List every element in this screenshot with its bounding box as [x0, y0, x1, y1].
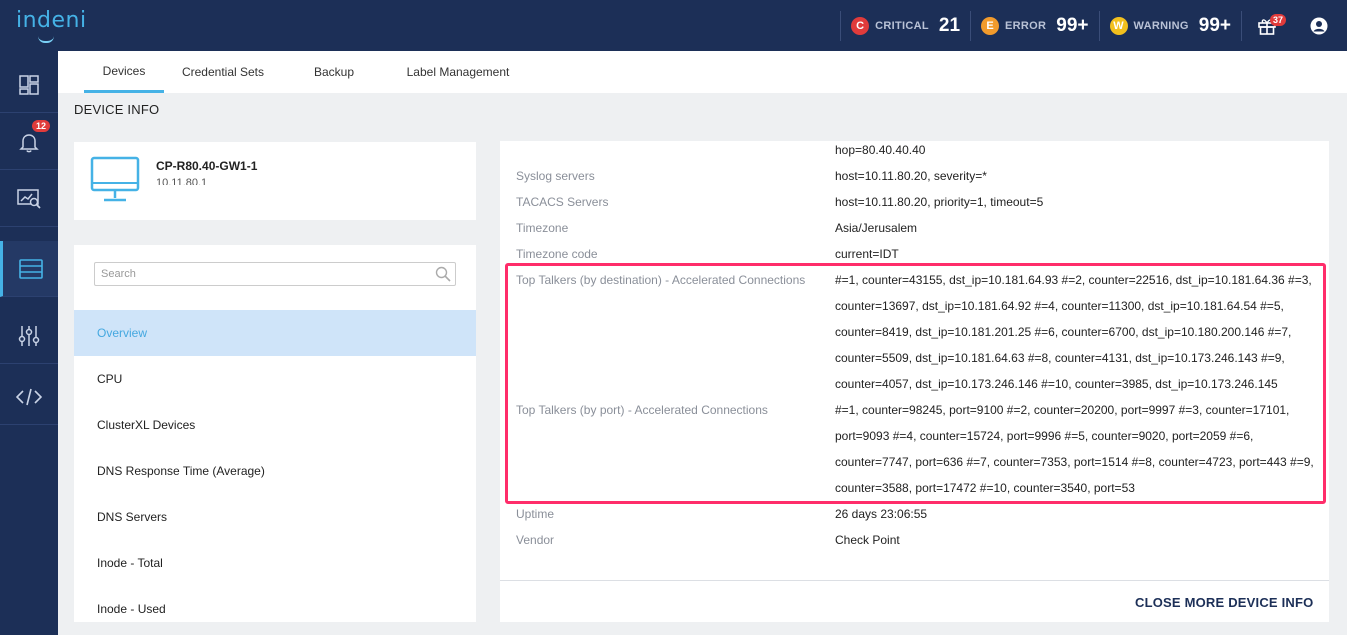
alert-summary: C CRITICAL 21 E ERROR 99+ W WARNING 99+ …: [840, 0, 1347, 51]
info-key: Top Talkers (by destination) - Accelerat…: [516, 273, 806, 287]
list-item-cpu[interactable]: CPU: [74, 356, 476, 402]
warning-alerts[interactable]: W WARNING 99+: [1098, 10, 1242, 41]
list-item-dns-servers[interactable]: DNS Servers: [74, 494, 476, 540]
list-item-overview[interactable]: Overview: [74, 310, 476, 356]
search-input[interactable]: [95, 263, 425, 285]
info-key: Uptime: [516, 507, 555, 521]
monitor-icon: [90, 156, 140, 202]
monitor-search-icon: [17, 188, 41, 209]
critical-label: CRITICAL: [875, 19, 929, 32]
user-icon: [1310, 17, 1328, 34]
info-value: Check Point: [835, 533, 900, 547]
nav-notifications[interactable]: 12: [0, 114, 58, 170]
critical-alerts[interactable]: C CRITICAL 21: [840, 10, 970, 41]
list-item-dns-response-time[interactable]: DNS Response Time (Average): [74, 448, 476, 494]
info-key: Timezone: [516, 221, 569, 235]
nav-devices[interactable]: [0, 241, 58, 297]
server-icon: [18, 258, 43, 279]
tab-devices[interactable]: Devices: [84, 51, 164, 93]
critical-icon: C: [851, 16, 870, 35]
list-item-inode-used[interactable]: Inode - Used: [74, 586, 476, 622]
error-alerts[interactable]: E ERROR 99+: [970, 10, 1098, 41]
info-value: host=10.11.80.20, priority=1, timeout=5: [835, 195, 1044, 209]
info-key: Timezone code: [516, 247, 598, 261]
logo[interactable]: indeni: [16, 8, 87, 33]
metric-list: Overview CPU ClusterXL Devices DNS Respo…: [74, 245, 476, 622]
dashboard-icon: [19, 74, 39, 95]
error-count: 99+: [1056, 14, 1089, 36]
nav-developer[interactable]: [0, 369, 58, 425]
tab-backup[interactable]: Backup: [304, 51, 364, 93]
info-value: #=1, counter=43155, dst_ip=10.181.64.93 …: [835, 273, 1312, 391]
notifications-badge: 12: [32, 120, 51, 132]
warning-icon: W: [1109, 16, 1128, 35]
info-value: current=IDT: [835, 247, 899, 261]
nav-analytics[interactable]: [0, 171, 58, 227]
nav-dashboard[interactable]: [0, 57, 58, 113]
tab-bar: Devices Credential Sets Backup Label Man…: [58, 51, 1347, 93]
sliders-icon: [18, 325, 40, 346]
info-key: TACACS Servers: [516, 195, 609, 209]
device-card: CP-R80.40-GW1-1 10.11.80.1: [74, 142, 476, 220]
page-title: DEVICE INFO: [74, 102, 160, 117]
warning-count: 99+: [1198, 14, 1231, 36]
device-info-panel: hop=80.40.40.40 Syslog servers host=10.1…: [500, 141, 1329, 622]
info-key: Vendor: [516, 533, 555, 547]
error-label: ERROR: [1005, 19, 1047, 32]
device-ip: 10.11.80.1: [156, 177, 208, 185]
list-item-inode-total[interactable]: Inode - Total: [74, 540, 476, 586]
logo-mark: [38, 36, 54, 43]
critical-count: 21: [938, 14, 961, 36]
error-icon: E: [981, 16, 1000, 35]
user-menu-button[interactable]: [1291, 11, 1347, 41]
top-bar: indeni C CRITICAL 21 E ERROR 99+ W WARNI…: [0, 0, 1347, 51]
side-nav: 12: [0, 51, 58, 635]
device-name: CP-R80.40-GW1-1: [156, 159, 258, 173]
info-value: host=10.11.80.20, severity=*: [835, 169, 987, 183]
code-icon: [16, 388, 42, 405]
info-value: hop=80.40.40.40: [835, 143, 926, 157]
info-key: Top Talkers (by port) - Accelerated Conn…: [516, 403, 768, 417]
divider: [500, 580, 1329, 581]
tab-credential-sets[interactable]: Credential Sets: [174, 51, 272, 93]
info-value: #=1, counter=98245, port=9100 #=2, count…: [835, 403, 1314, 495]
warning-label: WARNING: [1133, 19, 1189, 32]
tab-label-management[interactable]: Label Management: [398, 51, 518, 93]
info-key: Syslog servers: [516, 169, 595, 183]
close-more-device-info-button[interactable]: CLOSE MORE DEVICE INFO: [1135, 595, 1313, 610]
search-box: [94, 262, 456, 286]
gift-button[interactable]: 37: [1241, 10, 1291, 41]
list-item-clusterxl-devices[interactable]: ClusterXL Devices: [74, 402, 476, 448]
bell-icon: [19, 133, 39, 152]
nav-settings[interactable]: [0, 308, 58, 364]
info-value: Asia/Jerusalem: [835, 221, 918, 235]
info-value: 26 days 23:06:55: [835, 507, 928, 521]
gift-badge: 37: [1270, 13, 1287, 26]
search-icon[interactable]: [435, 266, 451, 282]
